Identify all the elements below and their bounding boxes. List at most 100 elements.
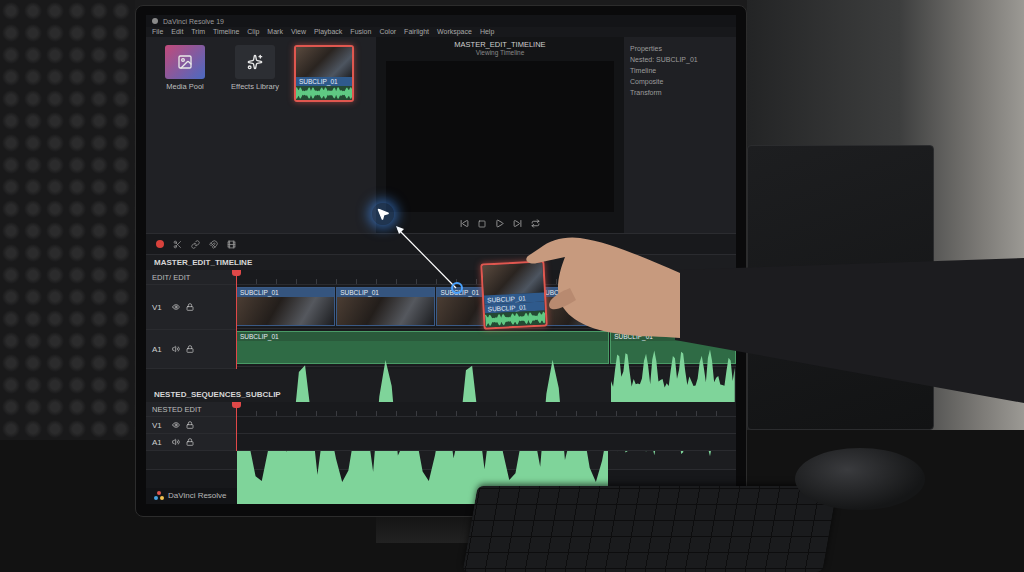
menu-item[interactable]: Help — [480, 28, 494, 35]
resolve-logo-icon — [154, 491, 164, 500]
track-name: A1 — [152, 438, 166, 447]
lock-icon[interactable] — [186, 303, 194, 311]
empty-lane — [236, 417, 736, 434]
video-clip[interactable]: SUBCLIP_01 — [236, 287, 335, 326]
play-icon[interactable] — [495, 219, 504, 228]
clip-audio — [296, 86, 352, 100]
link-icon[interactable] — [191, 240, 200, 249]
video-clip[interactable]: SUBCLIP_01 — [336, 287, 435, 326]
track-headers: NESTED EDITV1A1 — [146, 402, 236, 451]
menu-bar: File Edit Trim Timeline Clip Mark View Playback… — [146, 27, 736, 37]
pool-item[interactable]: Effects Library — [224, 45, 286, 91]
menu-item[interactable]: File — [152, 28, 163, 35]
media-icon — [177, 54, 193, 70]
inspector-line: Properties — [630, 45, 730, 52]
inspector: Properties Nested: SUBCLIP_01 Timeline Comp… — [624, 37, 736, 233]
lock-icon[interactable] — [186, 438, 194, 446]
menu-item[interactable]: Fairlight — [404, 28, 429, 35]
track-lanes — [236, 402, 736, 451]
effects-icon — [247, 54, 263, 70]
audio-clip[interactable]: SUBCLIP_01 — [236, 331, 609, 364]
menu-item[interactable]: View — [291, 28, 306, 35]
track-header[interactable]: V1 — [146, 285, 236, 330]
clip-label: SUBCLIP_01 — [237, 288, 334, 297]
speaker-icon[interactable] — [172, 438, 180, 446]
pointer-icon — [376, 207, 390, 221]
window-title: DaVinci Resolve 19 — [163, 18, 224, 25]
clip-icon[interactable] — [227, 240, 236, 249]
loop-icon[interactable] — [531, 219, 540, 228]
keyboard[interactable] — [462, 486, 837, 572]
inspector-line: Timeline — [630, 67, 730, 74]
menu-item[interactable]: Timeline — [213, 28, 239, 35]
viewer-subtitle: Viewing Timeline — [476, 49, 525, 56]
acoustic-foam-wall — [0, 0, 135, 440]
arm-icon — [510, 228, 1024, 428]
speaker-icon[interactable] — [172, 345, 180, 353]
empty-lane — [236, 434, 736, 451]
waveform-icon — [296, 86, 352, 100]
monitor-bezel: DaVinci Resolve 19File Edit Trim Timeline Cl… — [135, 5, 747, 517]
blade-icon[interactable] — [173, 240, 182, 249]
inspector-line: Transform — [630, 89, 730, 96]
menu-item[interactable]: Trim — [191, 28, 205, 35]
track-header[interactable]: V1 — [146, 417, 236, 434]
app-icon — [152, 18, 158, 24]
skip-forward-icon[interactable] — [513, 219, 522, 228]
dragged-clip[interactable]: SUBCLIP_01SUBCLIP_01 — [480, 260, 547, 329]
dragged-clip-card[interactable]: SUBCLIP_01SUBCLIP_01 — [480, 260, 547, 329]
pool-thumbnail — [235, 45, 275, 79]
playhead[interactable] — [236, 402, 237, 451]
cursor — [372, 203, 394, 225]
upper-area: Media Pool Effects Library SUBCLIP_01 MASTE… — [146, 37, 736, 234]
waveform-icon — [485, 310, 546, 327]
timeline-mode: EDIT/ EDIT — [146, 270, 236, 285]
record-icon[interactable] — [156, 240, 164, 248]
media-pool: Media Pool Effects Library SUBCLIP_01 — [146, 37, 376, 233]
transport-controls — [376, 216, 624, 233]
snap-icon[interactable] — [209, 240, 218, 249]
timeline-toolbar — [146, 234, 736, 255]
skip-back-icon[interactable] — [460, 219, 469, 228]
timeline-ruler — [236, 402, 736, 417]
brand-name: DaVinci Resolve — [168, 491, 227, 500]
inspector-line: Composite — [630, 78, 730, 85]
eye-icon[interactable] — [172, 421, 180, 429]
menu-item[interactable]: Workspace — [437, 28, 472, 35]
menu-item[interactable]: Edit — [171, 28, 183, 35]
clip-label: SUBCLIP_01 — [296, 77, 352, 86]
pool-thumbnail — [165, 45, 205, 79]
track-header[interactable]: A1 — [146, 434, 236, 451]
lock-icon[interactable] — [186, 421, 194, 429]
clip-thumbnail — [482, 262, 543, 295]
computer-mouse[interactable] — [795, 448, 925, 510]
inspector-line: Nested: SUBCLIP_01 — [630, 56, 730, 63]
viewer-title: MASTER_EDIT_TIMELINE — [454, 40, 545, 49]
pool-label: Effects Library — [231, 82, 279, 91]
menu-item[interactable]: Fusion — [350, 28, 371, 35]
clip-label: SUBCLIP_01 — [337, 288, 434, 297]
lock-icon[interactable] — [186, 345, 194, 353]
track-header[interactable]: A1 — [146, 330, 236, 369]
title-bar: DaVinci Resolve 19 — [146, 15, 736, 27]
menu-item[interactable]: Mark — [267, 28, 283, 35]
pool-item[interactable]: Media Pool — [154, 45, 216, 91]
viewer-frame — [386, 61, 614, 212]
menu-item[interactable]: Playback — [314, 28, 342, 35]
track-headers: EDIT/ EDITV1A1 — [146, 270, 236, 369]
clip-thumbnail — [337, 297, 434, 325]
menu-item[interactable]: Color — [379, 28, 396, 35]
playhead[interactable] — [236, 270, 237, 369]
playhead-handle[interactable] — [232, 402, 241, 408]
eye-icon[interactable] — [172, 303, 180, 311]
media-clip[interactable]: SUBCLIP_01 — [294, 45, 354, 102]
menu-item[interactable]: Clip — [247, 28, 259, 35]
stop-icon[interactable] — [478, 220, 486, 228]
clip-thumbnail — [296, 47, 352, 77]
clip-thumbnail — [237, 297, 334, 325]
clip-audio — [485, 310, 546, 327]
viewer: MASTER_EDIT_TIMELINEViewing Timeline — [376, 37, 624, 233]
viewer-header: MASTER_EDIT_TIMELINEViewing Timeline — [376, 37, 624, 59]
playhead-handle[interactable] — [232, 270, 241, 276]
clip-label: SUBCLIP_01 — [237, 332, 608, 341]
